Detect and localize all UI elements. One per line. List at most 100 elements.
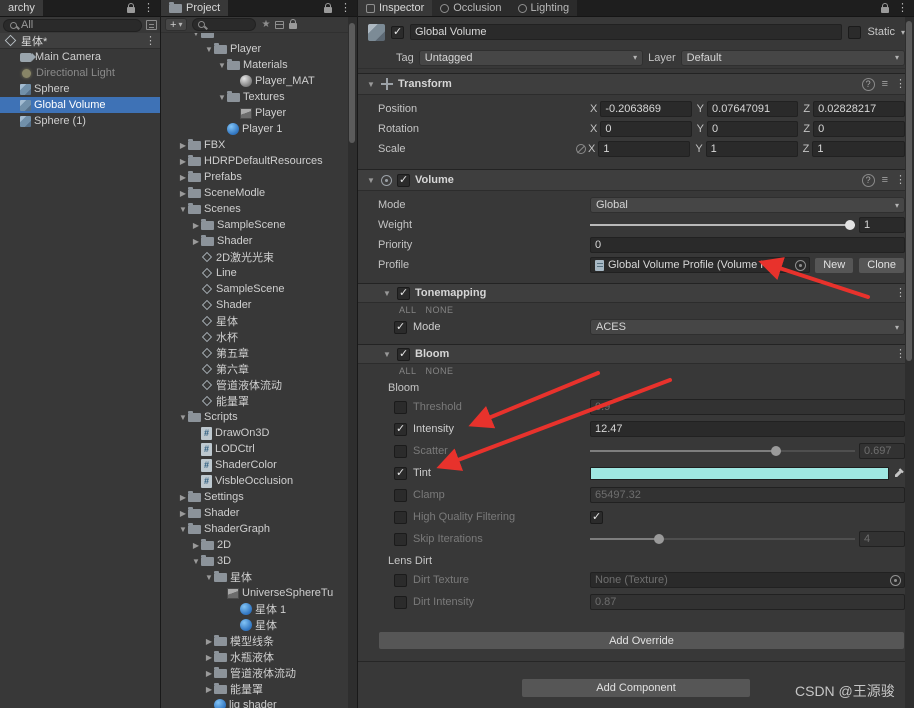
gameobject-name-input[interactable] (410, 24, 843, 40)
override-checkbox[interactable] (394, 532, 407, 546)
add-override-button[interactable]: Add Override (378, 631, 905, 650)
project-tree-item[interactable]: liq shader (161, 697, 348, 708)
project-tree-item[interactable]: ▶ Settings (161, 489, 348, 505)
project-tree-item[interactable]: 第五章 (161, 345, 348, 361)
position-z-input[interactable] (813, 101, 906, 117)
inspector-scrollbar[interactable] (905, 17, 914, 708)
hierarchy-search-input[interactable]: All (3, 18, 142, 32)
layer-dropdown[interactable]: Default ▾ (680, 49, 905, 66)
project-tree-item[interactable]: DrawOn3D (161, 425, 348, 441)
project-tree-item[interactable]: SampleScene (161, 281, 348, 297)
project-tree-item[interactable]: ▶ 模型线条 (161, 633, 348, 649)
foldout-icon[interactable]: ▶ (178, 189, 188, 198)
foldout-icon[interactable]: ▼ (217, 93, 227, 102)
project-tree-item[interactable]: ▶ FBX (161, 137, 348, 153)
weight-input[interactable] (859, 217, 905, 233)
none-button[interactable]: NONE (426, 305, 454, 315)
lock-icon[interactable] (881, 2, 889, 13)
foldout-icon[interactable]: ▶ (191, 237, 201, 246)
project-scrollbar[interactable] (348, 17, 357, 708)
foldout-icon[interactable]: ▼ (382, 350, 392, 359)
override-checkbox[interactable] (394, 320, 407, 334)
tab-lighting[interactable]: Lighting (509, 0, 578, 16)
volume-header[interactable]: ▼ Volume ? ≡ ⋮ (358, 169, 914, 191)
rotation-x-input[interactable] (600, 121, 692, 137)
foldout-icon[interactable]: ▶ (191, 541, 201, 550)
slider-handle[interactable] (653, 534, 664, 544)
object-picker-icon[interactable] (795, 259, 807, 271)
project-tree-item[interactable]: 星体 1 (161, 601, 348, 617)
weight-slider[interactable] (590, 217, 855, 233)
project-tree-item[interactable]: ▼ 星体 (161, 569, 348, 585)
scrollbar-thumb[interactable] (906, 21, 912, 361)
new-button[interactable]: New (814, 256, 855, 274)
skip-iterations-slider[interactable] (590, 531, 855, 547)
bloom-header[interactable]: ▼ Bloom ⋮ (358, 344, 914, 364)
project-tree-item[interactable]: ▶ 能量罩 (161, 681, 348, 697)
scene-header-row[interactable]: 星体* ⋮ (0, 33, 160, 49)
lock-icon[interactable] (127, 2, 135, 13)
position-x-input[interactable] (600, 101, 692, 117)
foldout-icon[interactable]: ▼ (204, 45, 214, 54)
foldout-icon[interactable]: ▼ (366, 80, 376, 89)
all-button[interactable]: ALL (399, 366, 417, 376)
preset-icon[interactable]: ≡ (882, 174, 888, 186)
lock-icon[interactable] (324, 2, 332, 13)
override-checkbox[interactable] (394, 422, 407, 436)
lock-icon[interactable] (289, 19, 298, 29)
project-tree-item[interactable]: 管道液体流动 (161, 377, 348, 393)
volume-mode-dropdown[interactable]: Global ▾ (590, 197, 905, 213)
eyedropper-icon[interactable] (893, 467, 905, 479)
volume-enabled-checkbox[interactable] (397, 173, 410, 187)
project-tree-item[interactable]: 星体 (161, 617, 348, 633)
scrollbar-thumb[interactable] (349, 23, 355, 143)
project-tree-item[interactable]: ▼ Scripts (161, 409, 348, 425)
project-tree-item[interactable]: Line (161, 265, 348, 281)
hierarchy-item[interactable]: Directional Light (0, 65, 160, 81)
foldout-icon[interactable]: ▶ (204, 637, 214, 646)
foldout-icon[interactable]: ▶ (178, 157, 188, 166)
foldout-icon[interactable]: ▼ (178, 413, 188, 422)
tonemapping-enabled-checkbox[interactable] (397, 286, 410, 300)
scale-y-input[interactable] (705, 141, 798, 157)
hierarchy-item[interactable]: Sphere (0, 81, 160, 97)
menu-icon[interactable]: ⋮ (897, 3, 908, 14)
foldout-icon[interactable]: ▶ (178, 141, 188, 150)
tab-occlusion[interactable]: Occlusion (432, 0, 510, 16)
project-tree-item[interactable]: UniverseSphereTu (161, 585, 348, 601)
project-tree-item[interactable]: ▶ SceneModle (161, 185, 348, 201)
project-tree-item[interactable]: LODCtrl (161, 441, 348, 457)
project-tree-item[interactable]: ▶ SampleScene (161, 217, 348, 233)
clone-button[interactable]: Clone (858, 256, 905, 274)
override-checkbox[interactable] (394, 488, 407, 502)
position-y-input[interactable] (707, 101, 799, 117)
foldout-icon[interactable]: ▶ (191, 221, 201, 230)
hierarchy-item[interactable]: Sphere (1) (0, 113, 160, 129)
object-picker-icon[interactable] (890, 574, 901, 586)
project-tree-item[interactable]: ▼ ShaderGraph (161, 521, 348, 537)
rotation-z-input[interactable] (813, 121, 906, 137)
project-tree-item[interactable]: ▼ Scenes (161, 201, 348, 217)
project-tree-item[interactable]: 水杯 (161, 329, 348, 345)
override-checkbox[interactable] (394, 466, 407, 480)
project-tree-item[interactable]: ▼ 3D (161, 553, 348, 569)
scatter-slider[interactable] (590, 443, 855, 459)
foldout-icon[interactable]: ▼ (366, 176, 376, 185)
foldout-icon[interactable]: ▶ (204, 653, 214, 662)
tint-color-swatch[interactable] (590, 466, 889, 480)
slider-handle[interactable] (845, 220, 855, 230)
foldout-icon[interactable]: ▶ (204, 685, 214, 694)
project-tree-item[interactable]: ▶ HDRPDefaultResources (161, 153, 348, 169)
static-checkbox[interactable] (848, 25, 862, 39)
hierarchy-item[interactable]: Main Camera (0, 49, 160, 65)
bloom-enabled-checkbox[interactable] (397, 347, 410, 361)
tab-project[interactable]: Project (161, 0, 229, 16)
project-tree-item[interactable]: Player 1 (161, 121, 348, 137)
rotation-y-input[interactable] (707, 121, 799, 137)
package-visibility-icon[interactable] (275, 20, 285, 29)
foldout-icon[interactable]: ▼ (217, 61, 227, 70)
skip-iterations-input[interactable] (859, 531, 905, 547)
priority-input[interactable] (590, 237, 905, 253)
dirt-texture-object-field[interactable]: None (Texture) (590, 572, 905, 588)
clamp-input[interactable] (590, 487, 905, 503)
